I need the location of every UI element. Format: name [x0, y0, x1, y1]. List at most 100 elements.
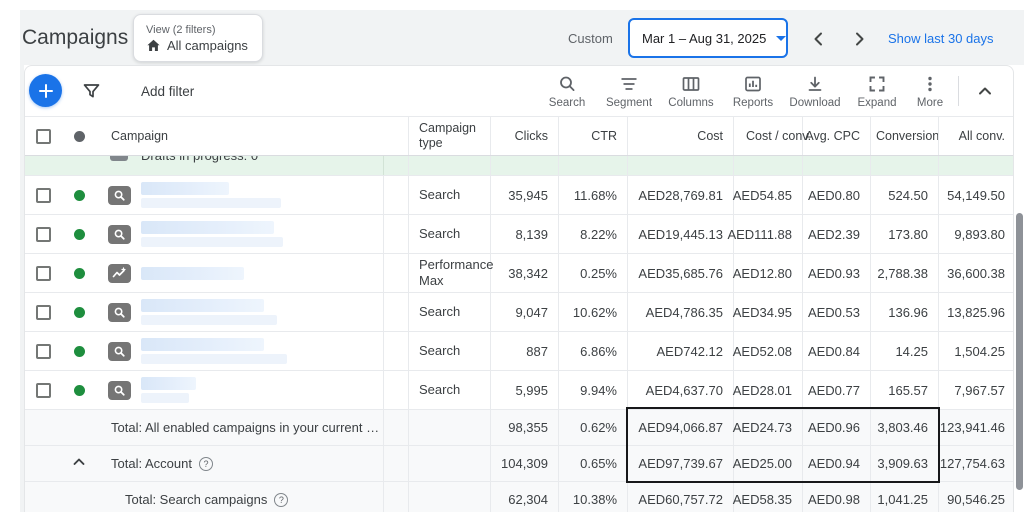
- blurred-campaign-name[interactable]: [141, 176, 383, 214]
- frozen-gap: [383, 215, 409, 253]
- blurred-campaign-name[interactable]: [141, 293, 383, 331]
- conversions-total: 3,803.46: [871, 410, 939, 445]
- avg-cpc-cell: AED0.93: [803, 254, 871, 292]
- row-checkbox[interactable]: [25, 332, 61, 370]
- status-enabled-icon[interactable]: [61, 176, 97, 214]
- more-vertical-icon: [928, 76, 932, 91]
- chevron-up-icon: [979, 87, 991, 95]
- column-header-conversions[interactable]: Conversions: [871, 117, 939, 155]
- next-period-button[interactable]: [848, 28, 870, 50]
- status-enabled-icon[interactable]: [61, 254, 97, 292]
- blurred-campaign-name[interactable]: [141, 254, 383, 292]
- all-conv-cell: 9,893.80: [954, 226, 1005, 242]
- add-filter-button[interactable]: Add filter: [141, 66, 194, 116]
- table-header-row: Campaign Campaign type Clicks CTR Cost C…: [25, 116, 1013, 156]
- previous-period-button[interactable]: [808, 28, 830, 50]
- cost-conv-cell: AED52.08: [733, 332, 803, 370]
- chevron-right-icon: [856, 32, 864, 46]
- status-enabled-icon[interactable]: [61, 332, 97, 370]
- avg-cpc-cell: AED0.80: [803, 176, 871, 214]
- row-checkbox[interactable]: [25, 254, 61, 292]
- download-button[interactable]: Download: [784, 68, 846, 114]
- blurred-campaign-name[interactable]: [141, 371, 383, 409]
- column-header-cost-conv[interactable]: Cost / conv.: [734, 117, 811, 155]
- more-button[interactable]: More: [908, 68, 952, 114]
- campaign-type-badge: [97, 293, 141, 331]
- campaign-type-badge: [97, 332, 141, 370]
- collapse-chevron-icon[interactable]: [71, 454, 87, 473]
- cost-conv-cell: AED34.95: [733, 293, 803, 331]
- column-header-campaign[interactable]: Campaign: [97, 117, 383, 155]
- cost-cell: AED4,786.35: [628, 293, 734, 331]
- conversions-cell: 14.25: [871, 332, 939, 370]
- total-row: Total: Account ? 104,309 0.65% AED97,739…: [25, 446, 1013, 482]
- search-button[interactable]: Search: [536, 68, 598, 114]
- column-header-cost[interactable]: Cost: [628, 117, 734, 155]
- help-icon[interactable]: ?: [198, 456, 213, 471]
- filter-button[interactable]: [82, 82, 101, 105]
- status-enabled-icon[interactable]: [61, 293, 97, 331]
- column-header-all-conv[interactable]: All conv.: [939, 117, 1013, 155]
- expand-button[interactable]: Expand: [846, 68, 908, 114]
- cost-cell: AED4,637.70: [628, 371, 734, 409]
- status-column-header[interactable]: [61, 117, 97, 155]
- row-checkbox[interactable]: [25, 371, 61, 409]
- all-conv-cell: 7,967.57: [954, 382, 1005, 398]
- view-filters-count: View (2 filters): [146, 23, 216, 36]
- campaign-type-badge: [97, 371, 141, 409]
- campaign-type-cell: Performance Max: [409, 254, 493, 292]
- campaigns-table-card: Add filter Search Segment Columns Report…: [24, 65, 1014, 512]
- cost-conv-cell: AED111.88: [727, 215, 803, 253]
- drafts-icon: [110, 156, 128, 161]
- blurred-campaign-name[interactable]: [141, 215, 383, 253]
- status-enabled-icon[interactable]: [61, 215, 97, 253]
- clicks-total: 62,304: [491, 482, 559, 512]
- conversions-total: 1,041.25: [871, 482, 939, 512]
- avg-cpc-total: AED0.96: [803, 410, 871, 445]
- frozen-gap: [383, 293, 409, 331]
- columns-button[interactable]: Columns: [660, 68, 722, 114]
- help-icon[interactable]: ?: [274, 492, 289, 507]
- column-header-avg-cpc[interactable]: Avg. CPC: [803, 117, 871, 155]
- collapse-toolbar-button[interactable]: [965, 68, 1005, 114]
- view-filter-chip[interactable]: View (2 filters) All campaigns: [133, 14, 263, 62]
- status-enabled-icon[interactable]: [61, 371, 97, 409]
- row-checkbox[interactable]: [25, 176, 61, 214]
- add-campaign-button[interactable]: [29, 74, 62, 107]
- row-checkbox[interactable]: [25, 215, 61, 253]
- total-label-cell: Total: Search campaigns ?: [97, 482, 383, 512]
- all-conv-cell: 36,600.38: [947, 265, 1005, 281]
- table-row: Search 887 6.86% AED742.12 AED52.08 AED0…: [25, 332, 1013, 371]
- table-row: Search 9,047 10.62% AED4,786.35 AED34.95…: [25, 293, 1013, 332]
- blurred-campaign-name[interactable]: [141, 332, 383, 370]
- campaign-type-cell: Search: [409, 293, 491, 331]
- select-all-checkbox[interactable]: [25, 117, 61, 155]
- search-campaign-icon: [114, 385, 125, 396]
- frozen-gap: [383, 117, 409, 155]
- segment-icon: [621, 77, 637, 90]
- cost-cell: AED35,685.76: [628, 254, 734, 292]
- ctr-cell: 9.94%: [559, 371, 628, 409]
- show-last-30-days-link[interactable]: Show last 30 days: [888, 31, 994, 46]
- avg-cpc-total: AED0.94: [803, 446, 871, 481]
- page-title: Campaigns: [22, 26, 129, 49]
- ctr-total: 0.65%: [559, 446, 628, 481]
- chevron-left-icon: [814, 32, 822, 46]
- date-range-picker[interactable]: Mar 1 – Aug 31, 2025: [628, 18, 788, 58]
- segment-button[interactable]: Segment: [598, 68, 660, 114]
- reports-button[interactable]: Reports: [722, 68, 784, 114]
- column-header-ctr[interactable]: CTR: [559, 117, 628, 155]
- plus-icon: [38, 83, 53, 98]
- download-icon: [808, 76, 822, 91]
- all-conv-cell: 54,149.50: [947, 187, 1005, 203]
- drafts-in-progress-row[interactable]: Drafts in progress: 0: [25, 156, 1013, 176]
- vertical-scrollbar[interactable]: [1016, 213, 1023, 490]
- search-campaign-icon: [114, 307, 125, 318]
- cost-cell: AED28,769.81: [628, 176, 734, 214]
- column-header-clicks[interactable]: Clicks: [491, 117, 559, 155]
- row-checkbox[interactable]: [25, 293, 61, 331]
- conversions-total: 3,909.63: [871, 446, 939, 481]
- column-header-campaign-type[interactable]: Campaign type: [409, 117, 491, 155]
- frozen-gap: [383, 176, 409, 214]
- clicks-cell: 35,945: [491, 176, 559, 214]
